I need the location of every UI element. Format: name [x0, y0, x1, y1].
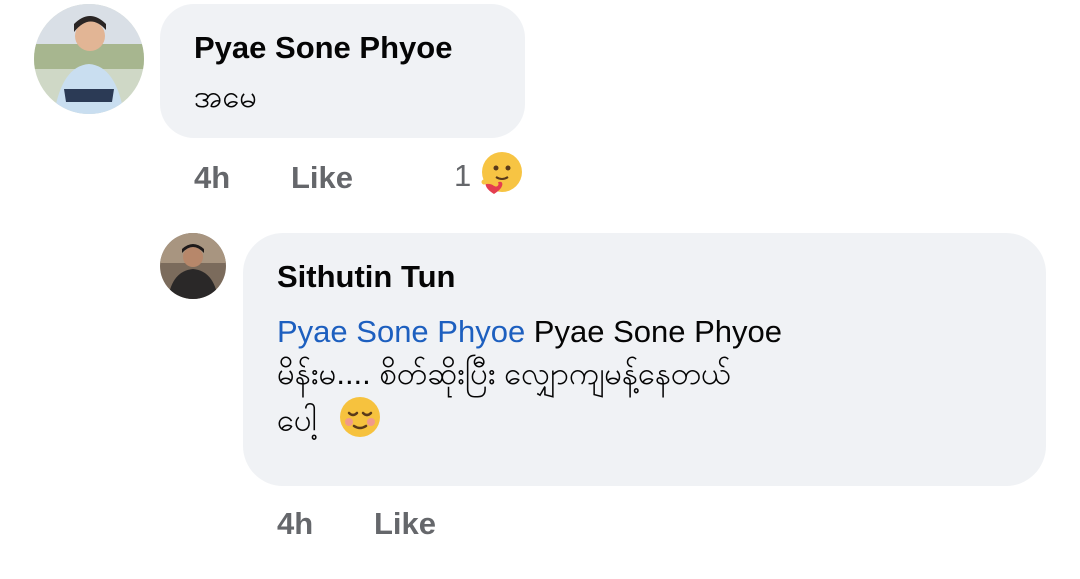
- reply-like-button[interactable]: Like: [374, 506, 436, 542]
- reply-text-line3-wrap: ပေါ့: [277, 395, 1046, 450]
- reaction-count[interactable]: 1: [454, 158, 471, 194]
- reply-timestamp[interactable]: 4h: [277, 506, 313, 542]
- mention-link[interactable]: Pyae Sone Phyoe: [277, 314, 525, 349]
- reply-text-line2: မိန်းမ.... စိတ်ဆိုးပြီး လျှောကျမန့်နေတယ်: [277, 356, 732, 391]
- comment-text: အမေ: [194, 79, 257, 114]
- comment-timestamp[interactable]: 4h: [194, 160, 230, 196]
- avatar-photo-pyae: [34, 4, 144, 114]
- care-reaction-icon[interactable]: [478, 150, 526, 198]
- avatar[interactable]: [160, 233, 226, 299]
- avatar-photo-sithutin: [160, 233, 226, 299]
- reply-author[interactable]: Sithutin Tun: [277, 259, 1046, 295]
- reply-text-line3: ပေါ့: [277, 402, 317, 438]
- reply-text: Pyae Sone Phyoe Pyae Sone Phyoe: [277, 311, 1046, 353]
- comment-bubble: Pyae Sone Phyoe အမေ: [160, 4, 525, 138]
- relieved-face-emoji: [338, 395, 382, 450]
- reply-bubble: Sithutin Tun Pyae Sone Phyoe Pyae Sone P…: [243, 233, 1046, 486]
- comment-author[interactable]: Pyae Sone Phyoe: [194, 30, 525, 66]
- avatar[interactable]: [34, 4, 144, 114]
- like-button[interactable]: Like: [291, 160, 353, 196]
- reply-text-line1: Pyae Sone Phyoe: [525, 314, 782, 349]
